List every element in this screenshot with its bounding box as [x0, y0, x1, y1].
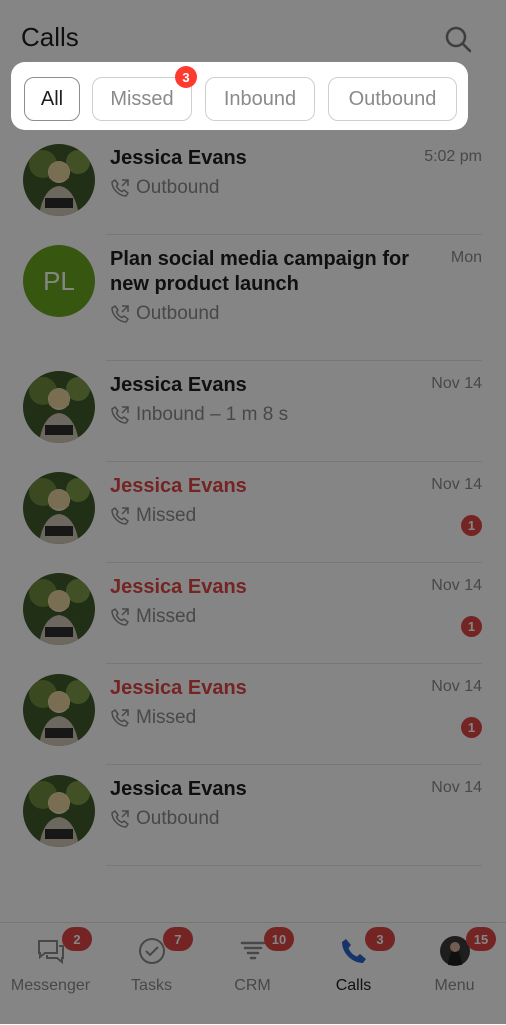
contact-name: Jessica Evans — [110, 374, 247, 396]
call-time: Nov 14 — [431, 577, 482, 594]
calls-screen: Calls Jessica Evans Outbound 5:02 pm PL Plan… — [0, 0, 506, 1025]
avatar — [23, 472, 95, 544]
call-list: Jessica Evans Outbound 5:02 pm PL Plan socia… — [0, 134, 506, 866]
call-type: Missed — [110, 707, 482, 729]
bottom-nav: Messenger 2 Tasks 7 CRM 10 Calls 3 Menu 15 — [0, 922, 506, 1025]
nav-badge: 10 — [264, 927, 294, 951]
contact-name: Jessica Evans — [110, 677, 247, 699]
call-time: Mon — [450, 249, 482, 266]
avatar — [23, 674, 95, 746]
call-icon — [111, 406, 129, 424]
missed-badge: 1 — [461, 616, 482, 637]
call-row[interactable]: Jessica Evans Missed Nov 14 1 — [0, 563, 506, 664]
call-type: Outbound — [110, 808, 482, 830]
missed-count-badge: 3 — [175, 66, 197, 88]
call-row[interactable]: Jessica Evans Outbound Nov 14 — [0, 765, 506, 866]
avatar-photo — [23, 775, 95, 847]
filter-all[interactable]: All — [24, 77, 80, 121]
row-divider — [106, 865, 482, 866]
call-type-label: Outbound — [136, 303, 220, 324]
avatar-initials: PL — [43, 265, 75, 296]
call-icon — [111, 810, 129, 828]
search-icon[interactable] — [444, 25, 472, 53]
avatar — [23, 144, 95, 216]
call-type: Missed — [110, 505, 482, 527]
call-content: Jessica Evans Missed — [110, 474, 482, 527]
call-content: Jessica Evans Inbound – 1 m 8 s — [110, 373, 482, 426]
call-row[interactable]: Jessica Evans Missed Nov 14 1 — [0, 462, 506, 563]
nav-badge: 15 — [466, 927, 496, 951]
page-title: Calls — [21, 22, 79, 52]
call-icon — [111, 305, 129, 323]
call-row[interactable]: Jessica Evans Missed Nov 14 1 — [0, 664, 506, 765]
filter-bar: All Missed 3 Inbound Outbound — [11, 62, 468, 130]
missed-badge: 1 — [461, 515, 482, 536]
avatar-photo — [23, 371, 95, 443]
call-time: Nov 14 — [431, 476, 482, 493]
contact-name: Jessica Evans — [110, 475, 247, 497]
avatar — [23, 775, 95, 847]
filter-missed[interactable]: Missed 3 — [92, 66, 197, 121]
avatar — [23, 371, 95, 443]
nav-badge: 7 — [163, 927, 193, 951]
call-type-label: Outbound — [136, 808, 220, 829]
call-content: Jessica Evans Outbound — [110, 777, 482, 830]
call-icon — [111, 507, 129, 525]
contact-name: Jessica Evans — [110, 576, 247, 598]
call-icon — [111, 179, 129, 197]
nav-item-menu[interactable]: Menu 15 — [404, 923, 505, 1025]
call-type-label: Outbound — [136, 177, 220, 198]
nav-badge: 2 — [62, 927, 92, 951]
nav-label: Menu — [434, 977, 475, 994]
call-row[interactable]: PL Plan social media campaign for new pro… — [0, 235, 506, 361]
avatar: PL — [23, 245, 95, 317]
call-time: Nov 14 — [431, 678, 482, 695]
avatar-photo — [23, 674, 95, 746]
filter-outbound[interactable]: Outbound — [328, 77, 457, 121]
call-row[interactable]: Jessica Evans Outbound 5:02 pm — [0, 134, 506, 235]
filter-missed-label: Missed — [110, 87, 174, 110]
contact-name: Jessica Evans — [110, 778, 247, 800]
contact-name: Jessica Evans — [110, 147, 247, 169]
filter-inbound[interactable]: Inbound — [205, 77, 315, 121]
call-type-label: Inbound – 1 m 8 s — [136, 404, 289, 425]
call-type-label: Missed — [136, 707, 197, 728]
nav-label: CRM — [234, 977, 271, 994]
nav-item-tasks[interactable]: Tasks 7 — [101, 923, 202, 1025]
call-type-label: Missed — [136, 505, 197, 526]
nav-item-crm[interactable]: CRM 10 — [202, 923, 303, 1025]
call-time: 5:02 pm — [424, 148, 482, 165]
call-row[interactable]: Jessica Evans Inbound – 1 m 8 s Nov 14 — [0, 361, 506, 462]
nav-badge: 3 — [365, 927, 395, 951]
nav-label: Calls — [335, 977, 372, 994]
call-content: Jessica Evans Missed — [110, 575, 482, 628]
call-type: Outbound — [110, 177, 482, 199]
call-icon — [111, 709, 129, 727]
avatar-photo — [23, 472, 95, 544]
nav-label: Tasks — [131, 977, 172, 994]
missed-badge: 1 — [461, 717, 482, 738]
avatar-photo — [23, 573, 95, 645]
nav-label: Messenger — [10, 977, 91, 994]
call-time: Nov 14 — [431, 779, 482, 796]
avatar — [23, 573, 95, 645]
nav-item-calls[interactable]: Calls 3 — [303, 923, 404, 1025]
call-content: Jessica Evans Missed — [110, 676, 482, 729]
call-icon — [111, 608, 129, 626]
contact-name: Plan social media campaign for new produ… — [110, 248, 409, 295]
call-type: Outbound — [110, 303, 482, 325]
call-type: Missed — [110, 606, 482, 628]
nav-item-messenger[interactable]: Messenger 2 — [0, 923, 101, 1025]
avatar-photo — [23, 144, 95, 216]
call-content: Plan social media campaign for new produ… — [110, 247, 482, 325]
call-type-label: Missed — [136, 606, 197, 627]
call-type: Inbound – 1 m 8 s — [110, 404, 482, 426]
call-time: Nov 14 — [431, 375, 482, 392]
